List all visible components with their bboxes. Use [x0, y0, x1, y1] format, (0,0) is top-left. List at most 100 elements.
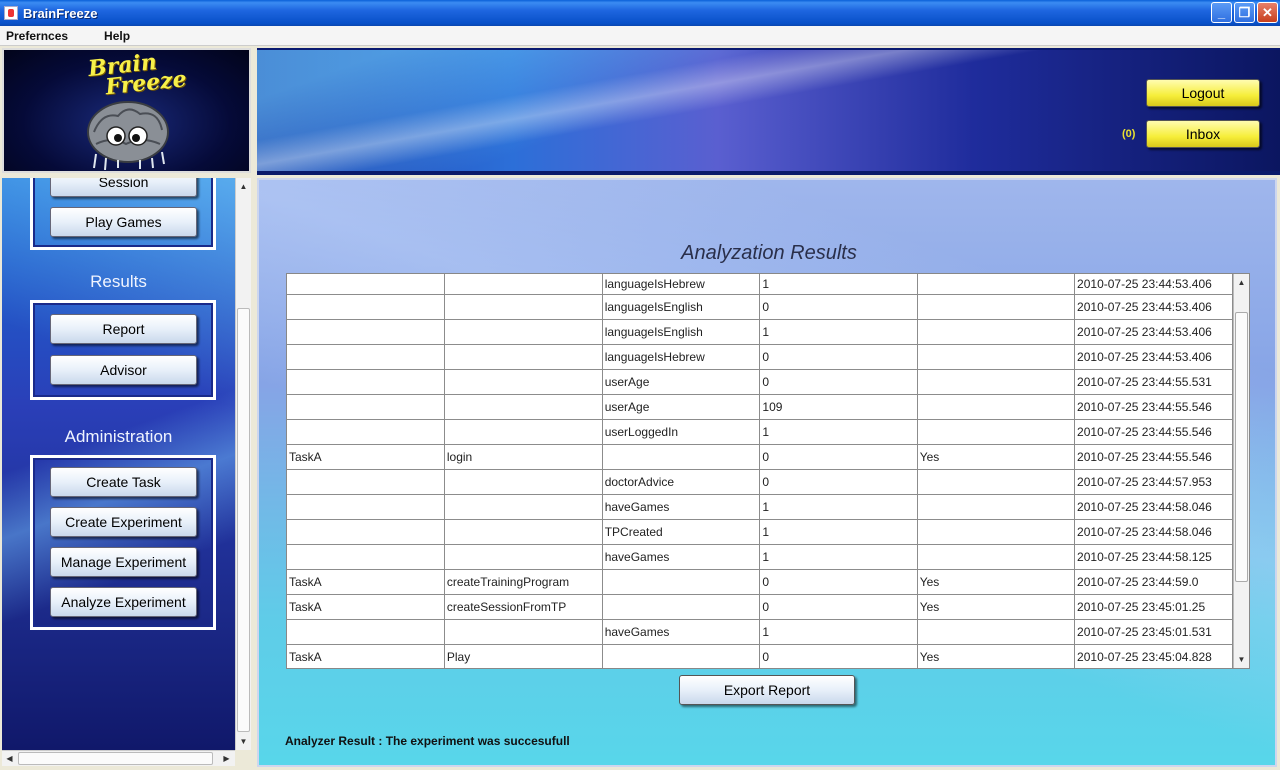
sidebar-hscroll-thumb[interactable] [18, 752, 213, 765]
table-row[interactable]: TaskA createSessionFromTP 0 Yes 2010-07-25 2… [287, 593, 1233, 620]
table-cell[interactable]: Yes [916, 443, 1076, 470]
table-vertical-scrollbar[interactable]: ▲ ▼ [1233, 274, 1249, 668]
table-cell[interactable]: 1 [759, 274, 918, 295]
table-cell[interactable] [443, 274, 603, 295]
table-cell[interactable]: TPCreated [601, 518, 761, 545]
table-scroll-up-icon[interactable]: ▲ [1234, 275, 1249, 290]
table-cell[interactable] [916, 318, 1076, 345]
table-cell[interactable]: 1 [759, 518, 918, 545]
minimize-button[interactable]: _ [1211, 2, 1232, 23]
table-cell[interactable] [443, 418, 603, 445]
logout-button[interactable]: Logout [1146, 79, 1260, 107]
table-cell[interactable] [443, 368, 603, 395]
report-button[interactable]: Report [50, 314, 197, 344]
table-cell[interactable]: 2010-07-25 23:44:55.546 [1074, 443, 1233, 470]
table-cell[interactable]: 2010-07-25 23:44:53.406 [1074, 274, 1233, 295]
table-cell[interactable]: haveGames [601, 618, 761, 645]
table-cell[interactable] [601, 443, 761, 470]
table-cell[interactable] [443, 468, 603, 495]
inbox-button[interactable]: Inbox [1146, 120, 1260, 148]
table-cell[interactable]: userLoggedIn [601, 418, 761, 445]
table-cell[interactable]: 0 [759, 568, 918, 595]
table-cell[interactable]: 2010-07-25 23:44:57.953 [1074, 468, 1233, 495]
table-cell[interactable] [443, 393, 603, 420]
table-row[interactable]: haveGames 1 2010-07-25 23:45:01.531 [287, 618, 1233, 645]
menu-preferences[interactable]: Prefernces [0, 29, 74, 43]
table-cell[interactable]: languageIsEnglish [601, 318, 761, 345]
table-scroll-thumb[interactable] [1235, 312, 1248, 582]
table-cell[interactable] [287, 293, 445, 320]
table-row[interactable]: userAge 0 2010-07-25 23:44:55.531 [287, 368, 1233, 395]
table-cell[interactable] [287, 543, 445, 570]
table-cell[interactable] [916, 543, 1076, 570]
table-cell[interactable]: 0 [759, 643, 918, 668]
table-cell[interactable] [287, 368, 445, 395]
table-cell[interactable] [916, 393, 1076, 420]
menu-help[interactable]: Help [98, 29, 136, 43]
table-cell[interactable]: 109 [759, 393, 918, 420]
table-row[interactable]: languageIsHebrew 0 2010-07-25 23:44:53.406 [287, 343, 1233, 370]
maximize-button[interactable]: ❐ [1234, 2, 1255, 23]
scroll-right-arrow-icon[interactable]: ▶ [219, 751, 234, 766]
table-cell[interactable]: languageIsHebrew [601, 343, 761, 370]
table-row[interactable]: languageIsEnglish 0 2010-07-25 23:44:53.40… [287, 293, 1233, 320]
table-cell[interactable] [916, 468, 1076, 495]
create-task-button[interactable]: Create Task [50, 467, 197, 497]
table-cell[interactable] [916, 493, 1076, 520]
table-cell[interactable]: login [443, 443, 603, 470]
scroll-left-arrow-icon[interactable]: ◀ [2, 751, 17, 766]
table-cell[interactable] [601, 643, 761, 668]
table-row[interactable]: TaskA createTrainingProgram 0 Yes 2010-07-25… [287, 568, 1233, 595]
table-cell[interactable]: userAge [601, 393, 761, 420]
export-report-button[interactable]: Export Report [679, 675, 855, 705]
table-cell[interactable] [287, 343, 445, 370]
table-cell[interactable]: 0 [759, 593, 918, 620]
table-row[interactable]: haveGames 1 2010-07-25 23:44:58.125 [287, 543, 1233, 570]
table-cell[interactable]: TaskA [287, 568, 445, 595]
table-cell[interactable] [916, 343, 1076, 370]
table-cell[interactable]: 0 [759, 343, 918, 370]
table-cell[interactable] [443, 618, 603, 645]
table-cell[interactable]: haveGames [601, 493, 761, 520]
table-row[interactable]: doctorAdvice 0 2010-07-25 23:44:57.953 [287, 468, 1233, 495]
table-cell[interactable] [443, 518, 603, 545]
table-cell[interactable] [443, 543, 603, 570]
table-cell[interactable] [287, 493, 445, 520]
table-cell[interactable]: Play [443, 643, 603, 668]
table-cell[interactable]: doctorAdvice [601, 468, 761, 495]
table-cell[interactable] [443, 343, 603, 370]
table-row[interactable]: languageIsHebrew 1 2010-07-25 23:44:53.406 [287, 274, 1233, 295]
table-cell[interactable] [287, 618, 445, 645]
table-cell[interactable]: 2010-07-25 23:45:01.531 [1074, 618, 1233, 645]
table-cell[interactable] [443, 293, 603, 320]
table-cell[interactable]: userAge [601, 368, 761, 395]
table-cell[interactable] [287, 393, 445, 420]
table-row[interactable]: TPCreated 1 2010-07-25 23:44:58.046 [287, 518, 1233, 545]
table-cell[interactable] [287, 468, 445, 495]
table-cell[interactable]: createSessionFromTP [443, 593, 603, 620]
sidebar-scroll-thumb[interactable] [237, 308, 250, 732]
session-button[interactable]: Session [50, 178, 197, 197]
table-cell[interactable]: 2010-07-25 23:44:53.406 [1074, 343, 1233, 370]
table-cell[interactable]: 2010-07-25 23:44:55.546 [1074, 418, 1233, 445]
table-cell[interactable] [287, 518, 445, 545]
table-row[interactable]: TaskA Play 0 Yes 2010-07-25 23:45:04.828 [287, 643, 1233, 668]
table-row[interactable]: TaskA login 0 Yes 2010-07-25 23:44:55.546 [287, 443, 1233, 470]
table-cell[interactable]: Yes [916, 643, 1076, 668]
table-scroll-down-icon[interactable]: ▼ [1234, 652, 1249, 667]
table-cell[interactable]: 2010-07-25 23:44:58.046 [1074, 493, 1233, 520]
table-cell[interactable]: TaskA [287, 643, 445, 668]
table-cell[interactable]: 2010-07-25 23:44:58.046 [1074, 518, 1233, 545]
table-row[interactable]: languageIsEnglish 1 2010-07-25 23:44:53.40… [287, 318, 1233, 345]
table-cell[interactable]: 0 [759, 443, 918, 470]
table-row[interactable]: userAge 109 2010-07-25 23:44:55.546 [287, 393, 1233, 420]
table-cell[interactable]: Yes [916, 593, 1076, 620]
table-cell[interactable]: 1 [759, 543, 918, 570]
table-cell[interactable]: 1 [759, 318, 918, 345]
analyze-experiment-button[interactable]: Analyze Experiment [50, 587, 197, 617]
table-cell[interactable]: 1 [759, 418, 918, 445]
table-cell[interactable]: haveGames [601, 543, 761, 570]
table-cell[interactable]: 2010-07-25 23:44:55.531 [1074, 368, 1233, 395]
table-cell[interactable] [916, 274, 1076, 295]
scroll-up-arrow-icon[interactable]: ▲ [236, 179, 251, 194]
